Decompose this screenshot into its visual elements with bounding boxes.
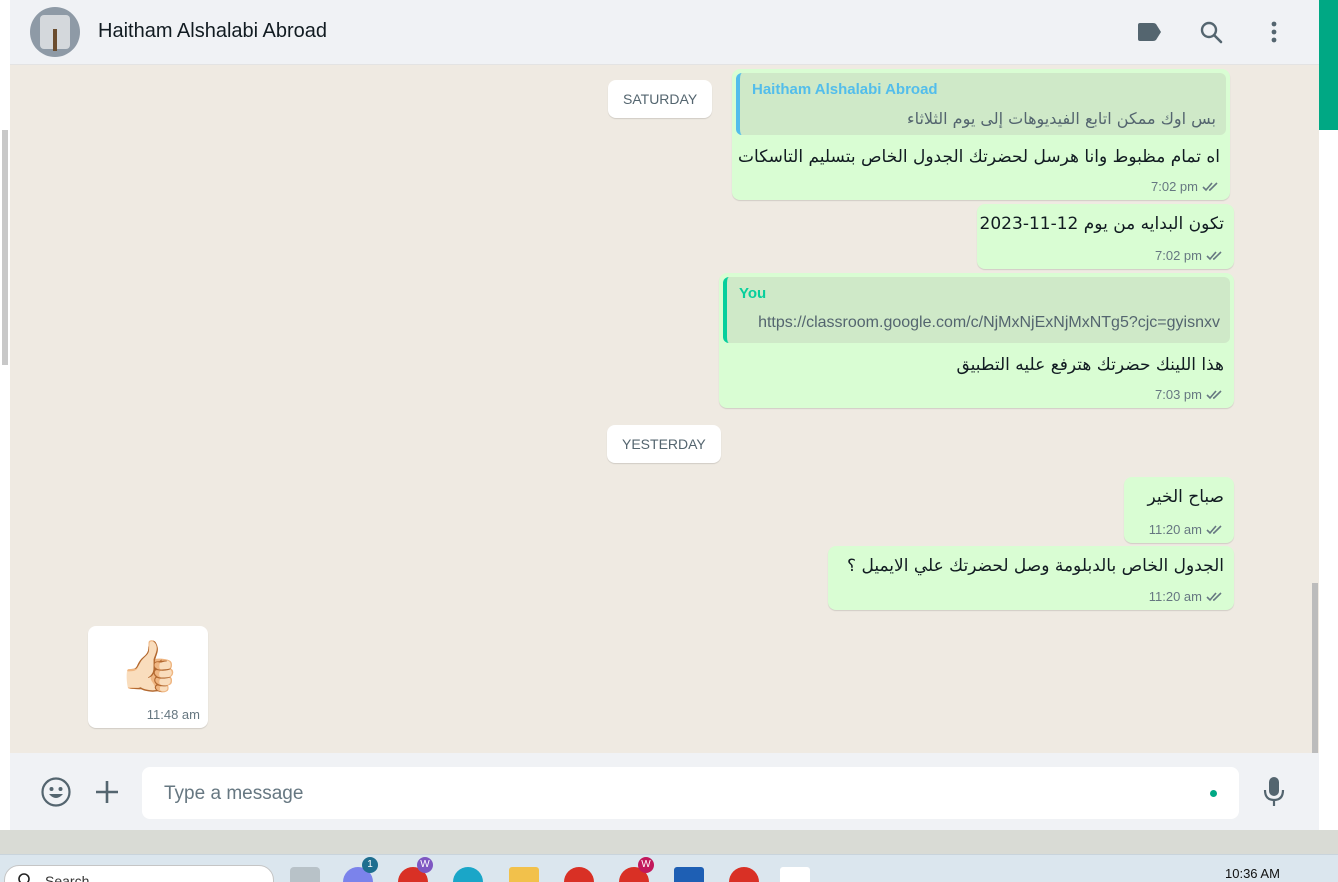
taskbar-app-files-icon[interactable] xyxy=(290,867,320,882)
profile-badge: W xyxy=(417,857,433,873)
profile-badge: W xyxy=(638,857,654,873)
double-check-icon xyxy=(1206,251,1222,261)
message-text: صباح الخير xyxy=(1147,487,1224,507)
taskbar-search[interactable]: Search xyxy=(4,865,274,882)
chat-header[interactable]: Haitham Alshalabi Abroad xyxy=(10,0,1319,65)
quoted-message[interactable]: Haitham Alshalabi Abroad بس اوك ممكن اتا… xyxy=(736,73,1226,135)
attach-plus-icon[interactable] xyxy=(90,775,124,809)
message-meta: 7:02 pm xyxy=(1155,248,1224,263)
extension-indicator-dot xyxy=(1210,790,1217,797)
message-text: تكون البدايه من يوم 12-11-2023 xyxy=(979,214,1224,234)
taskbar-clock[interactable]: 10:36 AM xyxy=(1225,866,1280,881)
composer xyxy=(10,753,1319,830)
message-meta: 11:20 am xyxy=(1149,522,1224,537)
day-separator: SATURDAY xyxy=(608,80,713,118)
message-meta: 7:03 pm xyxy=(1155,387,1224,402)
quoted-message[interactable]: You https://classroom.google.com/c/NjMxN… xyxy=(723,277,1230,343)
outgoing-message[interactable]: تكون البدايه من يوم 12-11-2023 7:02 pm xyxy=(977,204,1234,269)
message-text: هذا اللينك حضرتك هترفع عليه التطبيق xyxy=(956,355,1224,375)
outgoing-message[interactable]: صباح الخير 11:20 am xyxy=(1124,477,1234,543)
quote-author: You xyxy=(739,285,767,302)
avatar[interactable] xyxy=(30,7,80,57)
message-text: اه تمام مظبوط وانا هرسل لحضرتك الجدول ال… xyxy=(738,147,1220,167)
label-icon[interactable] xyxy=(1134,17,1164,47)
outgoing-message[interactable]: الجدول الخاص بالدبلومة وصل لحضرتك علي ال… xyxy=(828,546,1234,610)
message-input[interactable] xyxy=(162,767,1206,821)
taskbar-app-mail-icon[interactable] xyxy=(674,867,704,882)
search-icon[interactable] xyxy=(1196,17,1226,47)
right-window-edge xyxy=(1319,0,1338,830)
left-scrollbar[interactable] xyxy=(2,130,8,365)
quote-link[interactable]: https://classroom.google.com/c/NjMxNjExN… xyxy=(758,314,1220,332)
quote-text: بس اوك ممكن اتابع الفيديوهات إلى يوم الث… xyxy=(907,109,1216,128)
message-list[interactable]: SATURDAY Haitham Alshalabi Abroad بس اوك… xyxy=(10,65,1319,753)
message-time: 11:20 am xyxy=(1148,522,1202,537)
quote-author: Haitham Alshalabi Abroad xyxy=(752,81,938,98)
message-meta: 11:48 am xyxy=(147,707,200,722)
day-separator: YESTERDAY xyxy=(607,425,721,463)
microphone-icon[interactable] xyxy=(1257,775,1291,809)
chat-scrollbar[interactable] xyxy=(1312,583,1318,753)
notification-badge: 1 xyxy=(362,857,378,873)
double-check-icon xyxy=(1206,390,1222,400)
taskbar-app-active-icon[interactable] xyxy=(780,867,810,882)
double-check-icon xyxy=(1206,592,1222,602)
avatar-figure xyxy=(53,29,57,51)
message-time: 7:02 pm xyxy=(1155,248,1202,263)
message-meta: 7:02 pm xyxy=(1151,179,1220,194)
message-time: 11:48 am xyxy=(146,707,200,722)
emoji-icon[interactable] xyxy=(39,775,73,809)
incoming-message[interactable]: 👍🏻 11:48 am xyxy=(88,626,208,728)
os-taskbar: Search 1 W W 10:36 AM xyxy=(0,854,1338,882)
taskbar-app-chrome-icon[interactable] xyxy=(729,867,759,882)
taskbar-app-folder-icon[interactable] xyxy=(509,867,539,882)
double-check-icon xyxy=(1206,525,1222,535)
outgoing-message[interactable]: Haitham Alshalabi Abroad بس اوك ممكن اتا… xyxy=(732,69,1230,200)
message-input-container xyxy=(142,767,1239,821)
outgoing-message[interactable]: You https://classroom.google.com/c/NjMxN… xyxy=(719,273,1234,408)
thumbs-up-emoji: 👍🏻 xyxy=(118,638,181,694)
accent-strip xyxy=(1319,0,1338,130)
taskbar-app-edge-icon[interactable] xyxy=(453,867,483,882)
menu-icon[interactable] xyxy=(1259,17,1289,47)
chat-window: Haitham Alshalabi Abroad SATURDAY Haitha… xyxy=(10,0,1319,830)
message-time: 7:03 pm xyxy=(1155,387,1202,402)
message-meta: 11:20 am xyxy=(1149,589,1224,604)
taskbar-app-chrome-icon[interactable] xyxy=(564,867,594,882)
double-check-icon xyxy=(1202,182,1218,192)
message-time: 7:02 pm xyxy=(1151,179,1198,194)
message-text: الجدول الخاص بالدبلومة وصل لحضرتك علي ال… xyxy=(847,556,1224,576)
contact-name[interactable]: Haitham Alshalabi Abroad xyxy=(98,20,327,43)
message-time: 11:20 am xyxy=(1148,589,1202,604)
